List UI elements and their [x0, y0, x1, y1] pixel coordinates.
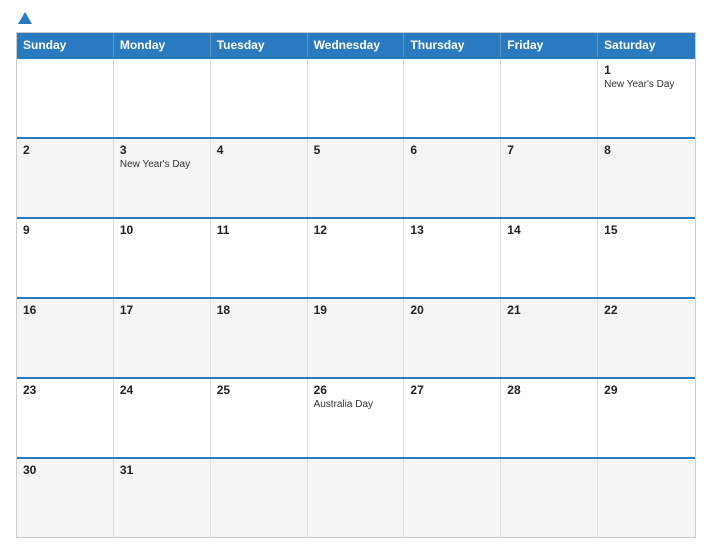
day-number: 1: [604, 63, 689, 77]
event-label: New Year's Day: [604, 79, 689, 90]
calendar-cell: 9: [17, 219, 114, 297]
calendar-cell: 17: [114, 299, 211, 377]
logo-triangle-icon: [18, 12, 32, 24]
calendar-row: 1 New Year's Day: [17, 57, 695, 137]
calendar-cell: 29: [598, 379, 695, 457]
calendar-cell: 2: [17, 139, 114, 217]
calendar-cell: 4: [211, 139, 308, 217]
calendar-cell: [114, 59, 211, 137]
day-number: 22: [604, 303, 689, 317]
calendar-cell: 13: [404, 219, 501, 297]
page-header: [16, 12, 696, 26]
calendar-cell: 5: [308, 139, 405, 217]
logo: [16, 12, 32, 26]
calendar-cell: 23: [17, 379, 114, 457]
calendar-cell: [17, 59, 114, 137]
calendar-row: 30 31: [17, 457, 695, 537]
calendar-cell: 18: [211, 299, 308, 377]
calendar-cell: 11: [211, 219, 308, 297]
calendar-day-header: Wednesday: [308, 33, 405, 57]
day-number: 2: [23, 143, 107, 157]
calendar-page: SundayMondayTuesdayWednesdayThursdayFrid…: [0, 0, 712, 550]
calendar-cell: [308, 59, 405, 137]
day-number: 25: [217, 383, 301, 397]
calendar-row: 23 24 25 26 Australia Day 27 28 29: [17, 377, 695, 457]
calendar-cell: 7: [501, 139, 598, 217]
calendar-day-header: Friday: [501, 33, 598, 57]
calendar-cell: 30: [17, 459, 114, 537]
calendar-day-header: Monday: [114, 33, 211, 57]
day-number: 4: [217, 143, 301, 157]
calendar-cell: 31: [114, 459, 211, 537]
calendar-cell: 25: [211, 379, 308, 457]
calendar-cell: 12: [308, 219, 405, 297]
day-number: 6: [410, 143, 494, 157]
day-number: 31: [120, 463, 204, 477]
day-number: 28: [507, 383, 591, 397]
calendar-cell: 8: [598, 139, 695, 217]
calendar-cell: 14: [501, 219, 598, 297]
day-number: 14: [507, 223, 591, 237]
day-number: 24: [120, 383, 204, 397]
calendar-cell: 26 Australia Day: [308, 379, 405, 457]
calendar-day-header: Thursday: [404, 33, 501, 57]
calendar-cell: 15: [598, 219, 695, 297]
calendar-cell: 6: [404, 139, 501, 217]
calendar-body: 1 New Year's Day 23 New Year's Day 45678 9 10 1…: [17, 57, 695, 537]
day-number: 16: [23, 303, 107, 317]
day-number: 10: [120, 223, 204, 237]
day-number: 11: [217, 223, 301, 237]
calendar-cell: [598, 459, 695, 537]
day-number: 8: [604, 143, 689, 157]
calendar-day-header: Sunday: [17, 33, 114, 57]
day-number: 7: [507, 143, 591, 157]
calendar-grid: SundayMondayTuesdayWednesdayThursdayFrid…: [16, 32, 696, 538]
calendar-cell: 27: [404, 379, 501, 457]
calendar-row: 23 New Year's Day 45678: [17, 137, 695, 217]
calendar-cell: 1 New Year's Day: [598, 59, 695, 137]
event-label: Australia Day: [314, 399, 398, 410]
calendar-cell: 22: [598, 299, 695, 377]
day-number: 26: [314, 383, 398, 397]
day-number: 15: [604, 223, 689, 237]
calendar-row: 16 17 18 19 20 21 22: [17, 297, 695, 377]
day-number: 27: [410, 383, 494, 397]
day-number: 13: [410, 223, 494, 237]
day-number: 5: [314, 143, 398, 157]
calendar-cell: 28: [501, 379, 598, 457]
calendar-cell: 3 New Year's Day: [114, 139, 211, 217]
day-number: 20: [410, 303, 494, 317]
calendar-cell: 24: [114, 379, 211, 457]
day-number: 30: [23, 463, 107, 477]
calendar-cell: [211, 59, 308, 137]
calendar-cell: [308, 459, 405, 537]
calendar-cell: [501, 59, 598, 137]
day-number: 29: [604, 383, 689, 397]
day-number: 12: [314, 223, 398, 237]
calendar-cell: 19: [308, 299, 405, 377]
calendar-cell: 21: [501, 299, 598, 377]
calendar-cell: [404, 459, 501, 537]
day-number: 3: [120, 143, 204, 157]
day-number: 17: [120, 303, 204, 317]
event-label: New Year's Day: [120, 159, 204, 170]
calendar-day-header: Saturday: [598, 33, 695, 57]
calendar-day-header: Tuesday: [211, 33, 308, 57]
day-number: 19: [314, 303, 398, 317]
day-number: 21: [507, 303, 591, 317]
day-number: 23: [23, 383, 107, 397]
calendar-row: 9 10 11 12 13 14 15: [17, 217, 695, 297]
calendar-cell: 20: [404, 299, 501, 377]
calendar-cell: 16: [17, 299, 114, 377]
calendar-cell: [501, 459, 598, 537]
calendar-header: SundayMondayTuesdayWednesdayThursdayFrid…: [17, 33, 695, 57]
calendar-cell: [404, 59, 501, 137]
calendar-cell: [211, 459, 308, 537]
day-number: 18: [217, 303, 301, 317]
day-number: 9: [23, 223, 107, 237]
calendar-cell: 10: [114, 219, 211, 297]
